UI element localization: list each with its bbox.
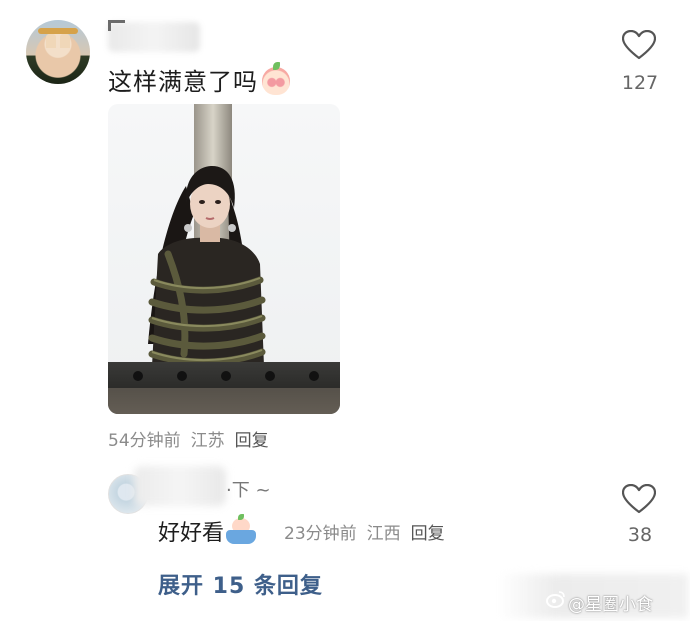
reply-like-count: 38 [627,524,653,546]
like-heart-icon[interactable] [622,484,656,514]
like-heart-icon[interactable] [622,30,656,60]
comment-location: 江苏 [190,431,225,451]
reply-meta: 23分钟前 江西 回复 [284,519,455,544]
weibo-logo-icon [546,591,565,608]
watermark-text: @星圈小食 [568,595,653,615]
bath-emoji-icon [226,514,257,546]
reply-text-label: 好好看 [158,521,225,546]
username-visible-fragment [108,20,125,31]
comment-photo[interactable] [108,104,340,414]
like-count: 127 [621,72,659,94]
comment-text-label: 这样满意了吗 [108,68,258,96]
reply-button[interactable]: 回复 [235,431,269,451]
comment-time: 54分钟前 [108,431,181,451]
expand-replies-link[interactable]: 展开 15 条回复 [158,568,323,600]
reply-reply-button[interactable]: 回复 [411,524,445,544]
replier-username-tail[interactable]: ·下 ~ [226,476,271,502]
reply-time: 23分钟前 [284,524,357,544]
peach-face-emoji-icon [262,62,290,95]
reply-location: 江西 [366,524,401,544]
photo-illustration [108,104,340,414]
reply-text: 好好看 [158,514,257,547]
comment-meta: 54分钟前 江苏 回复 [108,426,279,451]
commenter-avatar[interactable] [26,20,90,84]
blurred-username[interactable] [134,466,226,506]
comment-text: 这样满意了吗 [108,62,290,97]
